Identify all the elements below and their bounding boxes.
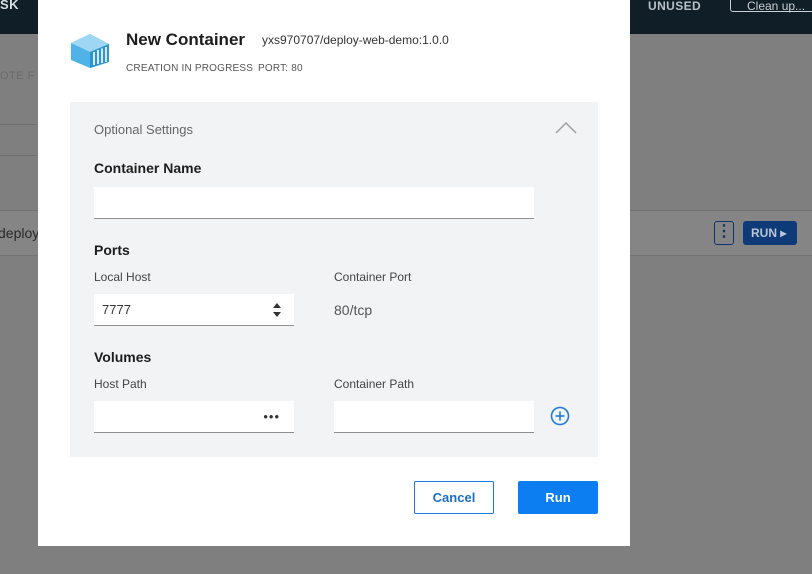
chevron-up-icon[interactable] [555,120,577,134]
container-path-input[interactable] [334,401,534,433]
add-volume-icon[interactable] [550,406,570,426]
status-label: CREATION IN PROGRESS [126,63,254,74]
row-menu-button[interactable]: ⋮ [714,221,734,245]
row-image-name: deploy [0,225,40,241]
cancel-button[interactable]: Cancel [414,481,494,514]
unused-label: UNUSED [648,0,702,13]
docker-container-icon [71,34,109,68]
optional-settings-title[interactable]: Optional Settings [94,122,193,137]
row-run-button[interactable]: RUN ▸ [743,221,797,245]
local-host-input[interactable]: 7777 [94,294,294,326]
port-label: PORT: 80 [258,63,303,74]
image-name: yxs970707/deploy-web-demo:1.0.0 [262,33,449,47]
run-button[interactable]: Run [518,481,598,514]
host-path-input[interactable]: ••• [94,401,294,433]
local-host-value: 7777 [102,302,131,317]
container-path-label: Container Path [334,377,415,391]
browse-button[interactable]: ••• [263,409,280,424]
dialog-title: New Container [126,30,246,49]
background-note-label: OTE F [0,70,35,82]
divider [0,124,38,125]
ports-heading: Ports [94,242,130,258]
local-host-label: Local Host [94,270,151,284]
container-name-heading: Container Name [94,160,202,176]
new-container-dialog: New Container yxs970707/deploy-web-demo:… [38,0,630,546]
container-name-input[interactable] [94,187,534,219]
cleanup-button[interactable]: Clean up... [730,0,812,13]
container-port-label: Container Port [334,270,412,284]
host-path-label: Host Path [94,377,147,391]
divider [0,155,38,156]
container-port-value: 80/tcp [334,302,373,318]
topbar-left-text: SK [0,0,20,12]
volumes-heading: Volumes [94,349,152,365]
optional-settings-panel: Optional Settings Container Name Ports L… [70,102,598,457]
number-stepper-icon[interactable] [272,302,282,318]
